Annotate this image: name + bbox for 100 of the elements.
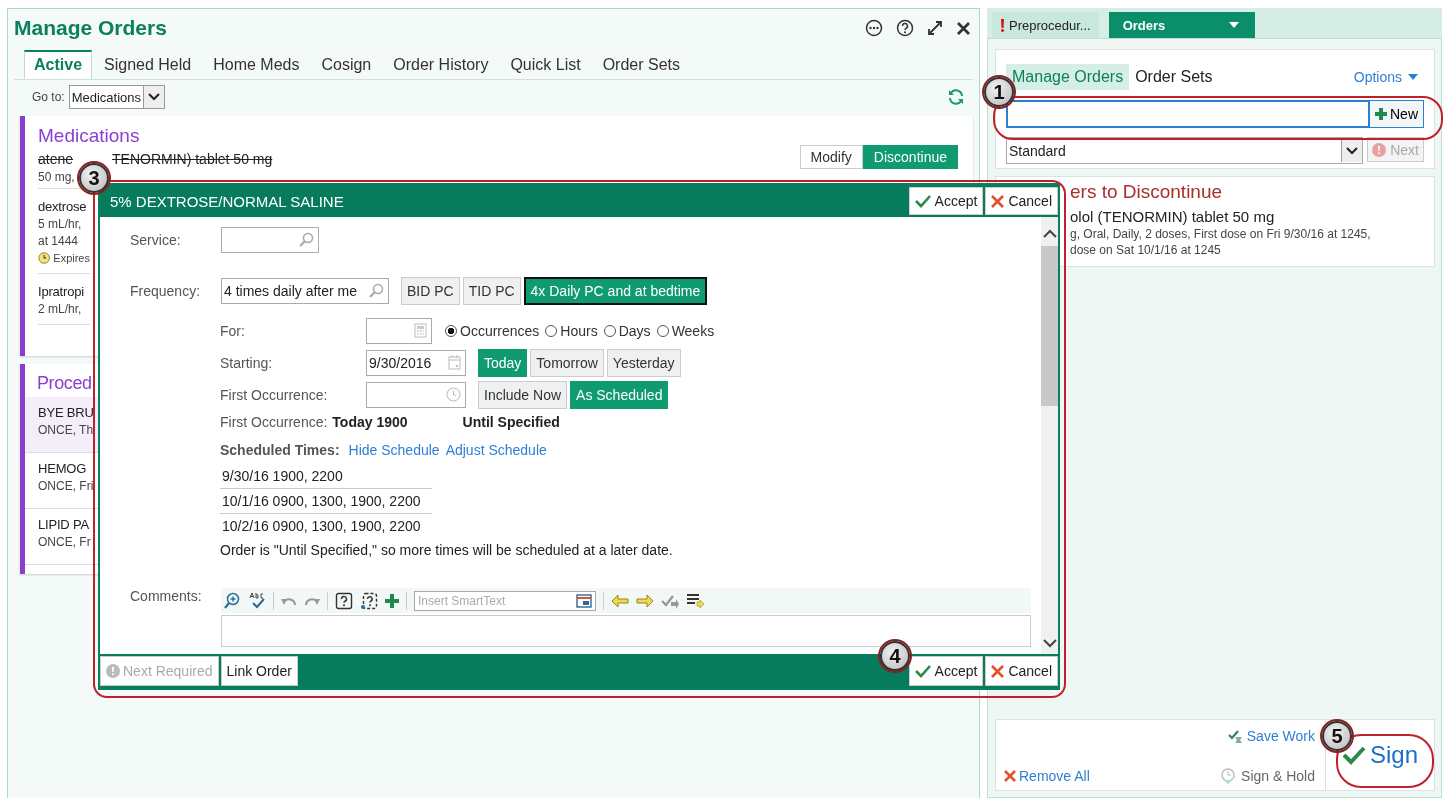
order-detail: dose on Sat 10/1/16 at 1245: [1070, 243, 1222, 257]
start-date-button[interactable]: Yesterday: [606, 348, 681, 377]
accept-button[interactable]: Accept: [908, 187, 984, 215]
activity-tab[interactable]: Preprocedur...: [992, 12, 1099, 38]
refresh-icon[interactable]: [947, 88, 965, 106]
tab[interactable]: Active: [24, 50, 93, 79]
start-date-button[interactable]: Today: [478, 348, 528, 377]
checkmark-icon: [914, 194, 931, 208]
frequency-option-button[interactable]: BID PC: [401, 277, 460, 305]
order-action-button[interactable]: Modify: [799, 145, 863, 169]
tab[interactable]: Cosign: [311, 51, 382, 79]
new-button[interactable]: New: [1370, 100, 1424, 128]
expand-icon[interactable]: [927, 20, 943, 36]
accept-button[interactable]: Accept: [908, 656, 984, 686]
step-badge: 3: [79, 163, 109, 193]
first-occurrence-button[interactable]: Include Now: [478, 380, 568, 409]
unit-radio[interactable]: Occurrences: [445, 322, 540, 339]
caret-icon: [1228, 22, 1239, 28]
order-detail: 5 mL/hr,: [38, 217, 82, 231]
order-type-dropdown[interactable]: Standard: [1006, 137, 1364, 164]
clock-check-icon: [1220, 768, 1239, 784]
save-check-icon: [1227, 728, 1244, 744]
cancel-button[interactable]: Cancel: [985, 656, 1058, 686]
clock-icon: [446, 387, 461, 402]
schedule-link[interactable]: Hide Schedule: [348, 442, 440, 458]
spell-check-icon[interactable]: [248, 591, 266, 610]
order-name: LIPID PA: [38, 517, 89, 532]
comments-field[interactable]: [221, 615, 1031, 647]
section-title: Proced: [37, 373, 92, 395]
schedule-row: 10/1/16 0900, 1300, 1900, 2200: [220, 489, 432, 514]
field-label: For:: [220, 322, 246, 339]
field-label: Starting:: [220, 354, 274, 371]
cancel-button[interactable]: Cancel: [985, 187, 1058, 215]
scroll-down-icon: [1042, 639, 1057, 648]
zoom-icon[interactable]: [223, 591, 241, 610]
unit-radio[interactable]: Weeks: [656, 322, 715, 339]
plus-icon[interactable]: [385, 593, 399, 608]
alert-icon: [1000, 18, 1005, 32]
order-action-button[interactable]: Discontinue: [862, 145, 958, 169]
frequency-field[interactable]: 4 times daily after me: [221, 278, 389, 304]
start-date-button[interactable]: Tomorrow: [530, 348, 604, 377]
tab[interactable]: Quick List: [500, 51, 591, 79]
order-search-field[interactable]: [1006, 100, 1370, 128]
order-name: olol (TENORMIN) tablet 50 mg: [1070, 208, 1276, 225]
subtab[interactable]: Order Sets: [1129, 64, 1219, 90]
frequency-option-button[interactable]: 4x Daily PC and at bedtime: [523, 277, 708, 305]
alert-icon: [1372, 142, 1387, 157]
field-label: Frequency:: [130, 283, 202, 299]
save-work-link[interactable]: Save Work: [1227, 728, 1315, 744]
scrollbar[interactable]: [1041, 217, 1058, 654]
order-detail: ONCE, Fri: [38, 479, 94, 493]
link-order-button[interactable]: Link Order: [220, 656, 298, 686]
tab[interactable]: Order History: [383, 51, 499, 79]
summary-end: Until Specified: [462, 414, 560, 430]
summary-label: First Occurrence:: [220, 414, 328, 430]
help-icon[interactable]: [896, 19, 914, 37]
goto-dropdown[interactable]: Medications: [68, 85, 166, 109]
first-occurrence-field[interactable]: [366, 381, 466, 408]
schedule-row-text: 10/2/16 0900, 1300, 1900, 2200: [221, 517, 422, 536]
frequency-option-button[interactable]: TID PC: [462, 277, 521, 305]
tab[interactable]: Order Sets: [592, 51, 690, 79]
tab[interactable]: Signed Held: [94, 51, 202, 79]
schedule-link[interactable]: Adjust Schedule: [445, 442, 547, 458]
section-title: Medications: [38, 125, 140, 148]
unit-radio[interactable]: Hours: [545, 322, 598, 339]
calendar-icon: [448, 355, 461, 370]
arrow-left-icon[interactable]: [611, 593, 629, 608]
schedule-label: Scheduled Times:: [220, 442, 340, 458]
remove-all-link[interactable]: Remove All: [1004, 768, 1090, 784]
order-name: TENORMIN) tablet 50 mg: [112, 151, 273, 167]
more-icon[interactable]: [865, 19, 883, 37]
help-box-icon[interactable]: [360, 591, 378, 610]
caret-icon: [1408, 74, 1418, 80]
activity-tab[interactable]: Orders: [1108, 12, 1255, 38]
alert-icon: [106, 664, 120, 678]
start-date-field[interactable]: 9/30/2016: [366, 349, 466, 376]
summary-value: Today 1900: [332, 414, 408, 430]
help-box-icon[interactable]: [335, 591, 353, 610]
order-detail: ONCE, Fr: [38, 535, 91, 549]
close-icon[interactable]: [956, 20, 971, 36]
unit-radio[interactable]: Days: [603, 322, 651, 339]
first-occurrence-button[interactable]: As Scheduled: [570, 380, 669, 409]
schedule-row: 9/30/16 1900, 2200: [220, 464, 432, 489]
list-arrow-icon[interactable]: [686, 592, 704, 609]
order-detail: ONCE, Th: [38, 423, 94, 437]
arrow-right-icon[interactable]: [636, 593, 654, 608]
cross-icon: [991, 194, 1005, 208]
duration-field[interactable]: [366, 317, 432, 344]
step-badge: 5: [1322, 721, 1352, 751]
caret-icon: [1346, 146, 1359, 155]
subtab[interactable]: Manage Orders: [1006, 64, 1130, 90]
field-label: Service:: [130, 232, 182, 248]
options-link[interactable]: Options: [1347, 68, 1424, 86]
order-name: dextrose: [38, 199, 87, 214]
order-detail: 50 mg,: [38, 170, 75, 184]
order-name: BYE BRU: [38, 405, 94, 420]
tab[interactable]: Home Meds: [203, 51, 310, 79]
service-field[interactable]: [221, 227, 319, 253]
step-badge: 1: [984, 77, 1014, 107]
calculator-icon: [414, 323, 427, 338]
